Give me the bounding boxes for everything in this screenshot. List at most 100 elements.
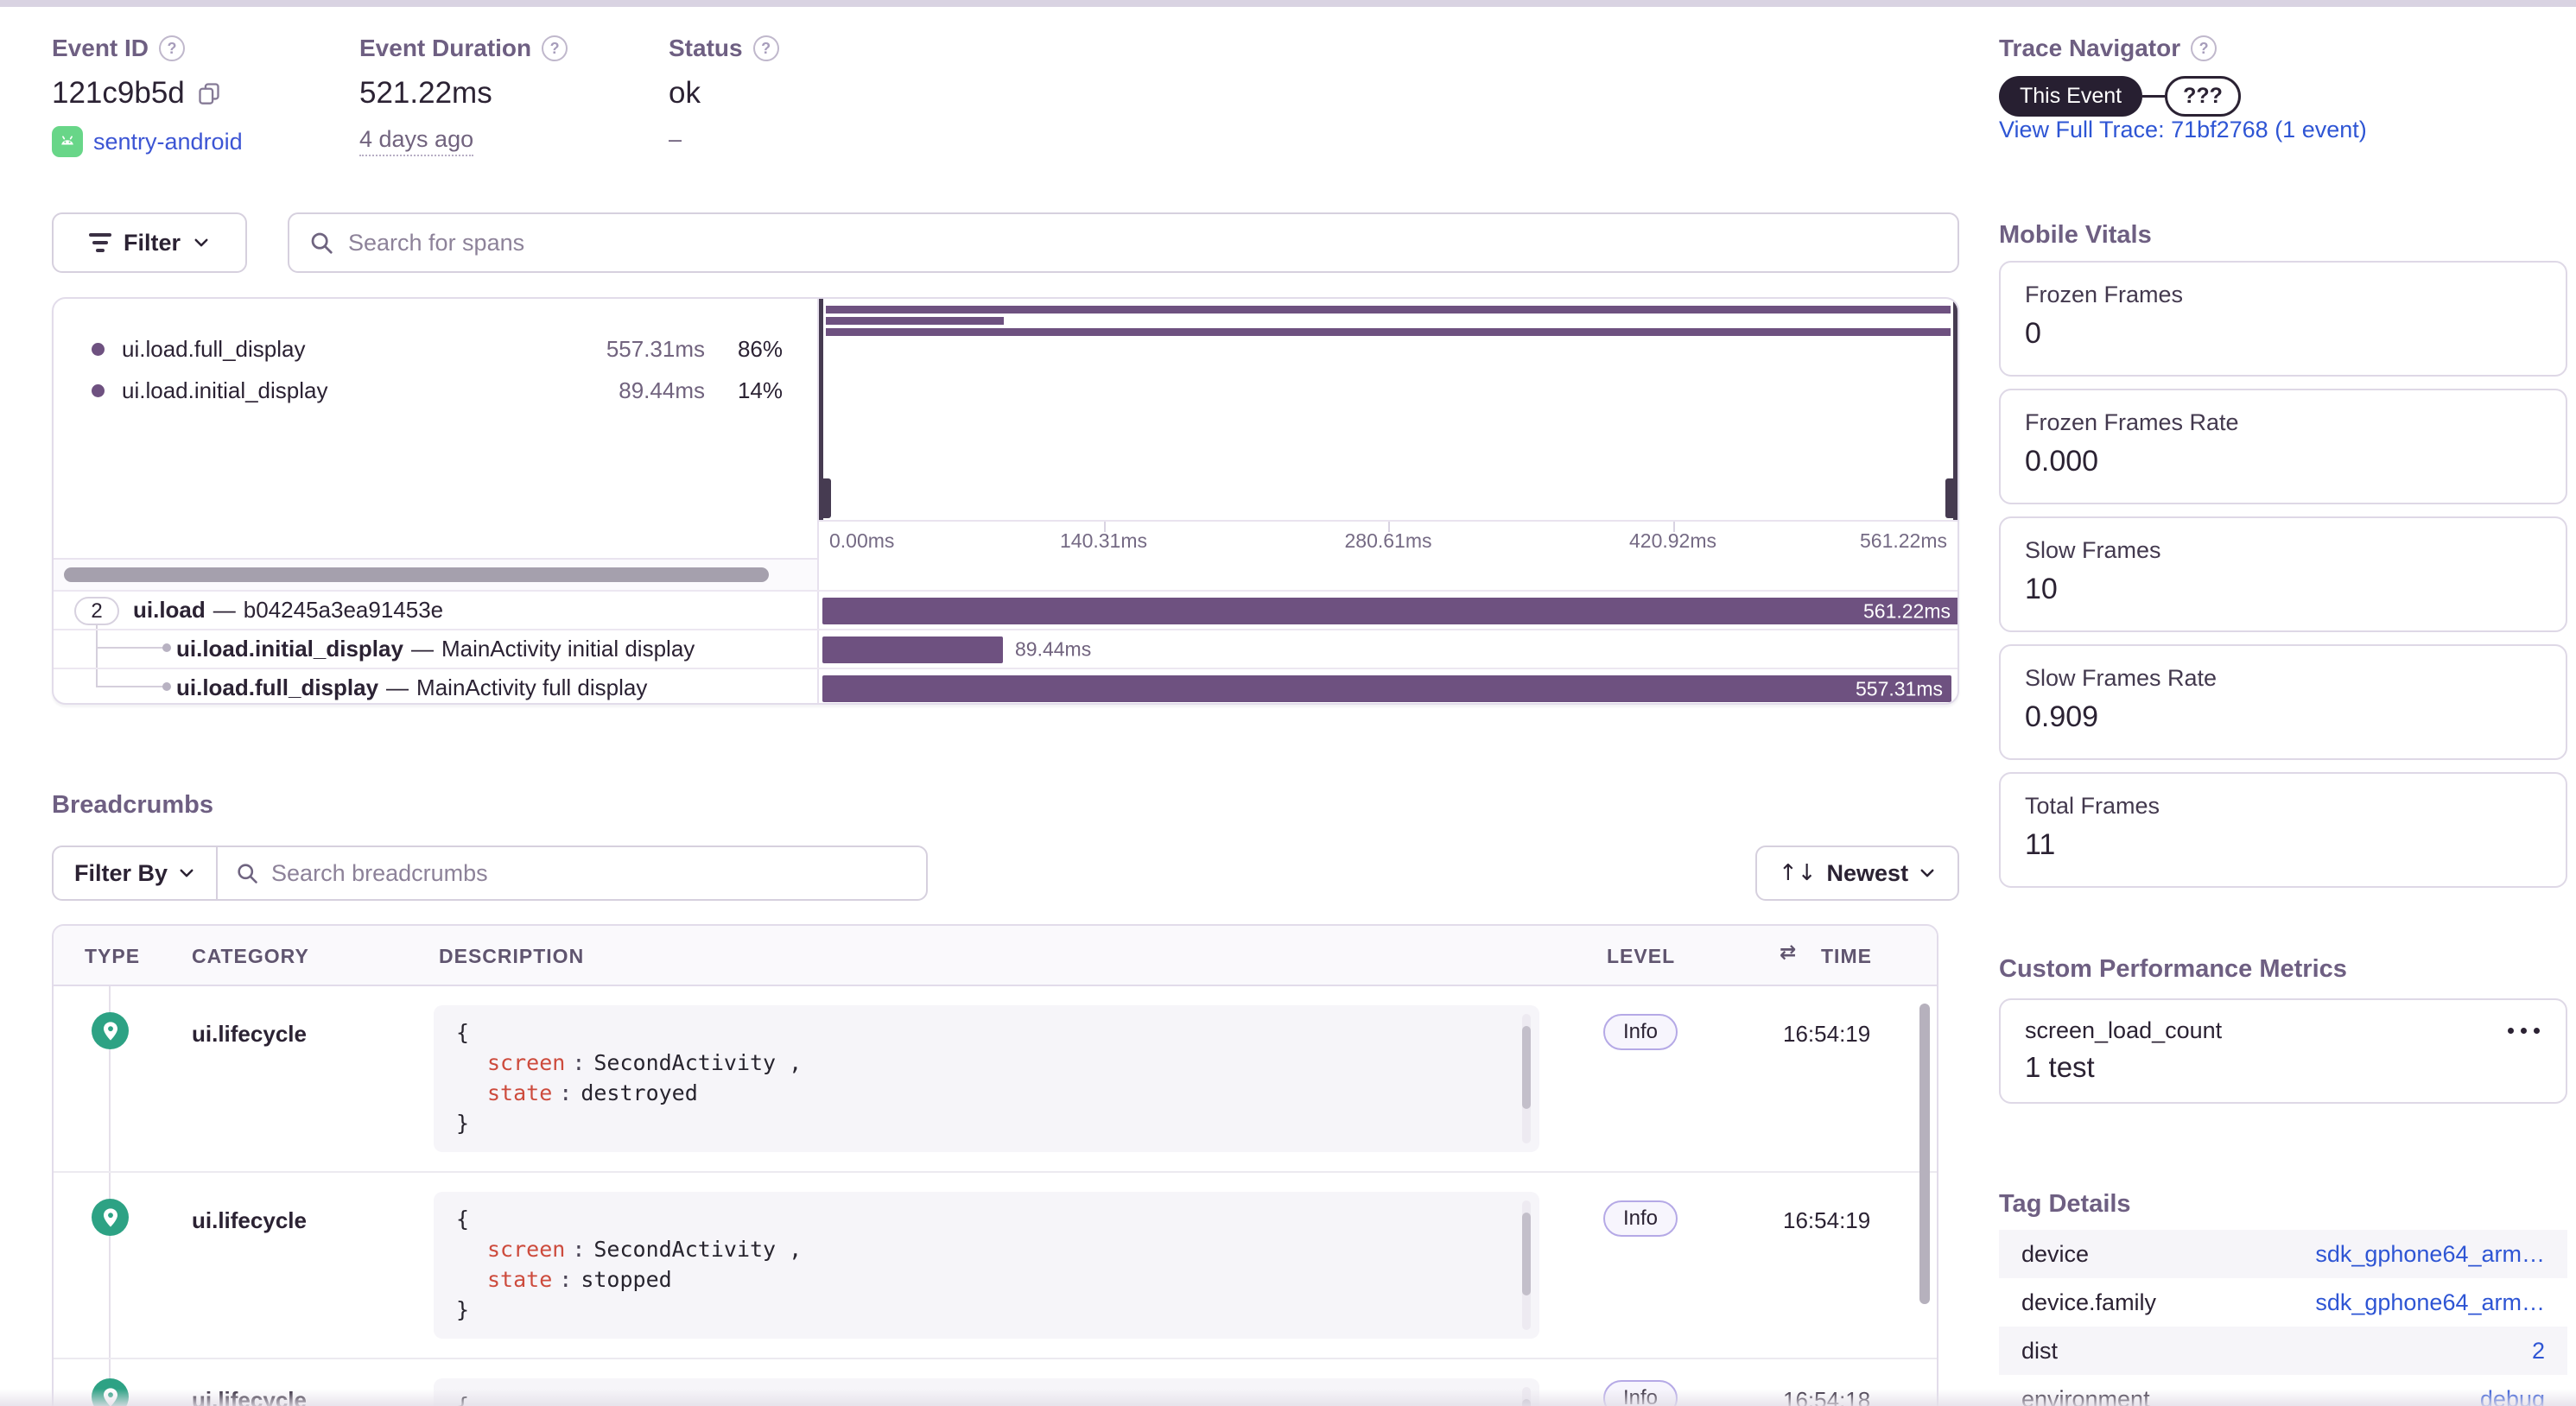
view-full-trace-link[interactable]: View Full Trace: 71bf2768 (1 event) xyxy=(1999,117,2367,142)
event-detail-page: Event ID ? 121c9b5d sentry-android Event xyxy=(0,0,2576,1406)
breadcrumb-time: 16:54:19 xyxy=(1783,1021,1870,1048)
filter-by-button[interactable]: Filter By xyxy=(54,847,218,899)
top-divider-bar xyxy=(0,0,2576,7)
breadcrumb-description[interactable]: { screen:SecondActivity , state:stopped … xyxy=(434,1192,1539,1339)
tag-value-link[interactable]: sdk_gphone64_arm… xyxy=(2315,1241,2545,1268)
tag-value-link[interactable]: 2 xyxy=(2532,1338,2545,1365)
breadcrumb-description[interactable]: { screen:SecondActivity , state:destroye… xyxy=(434,1005,1539,1152)
span-list-scrollbar[interactable] xyxy=(54,558,817,590)
tag-row-device: device sdk_gphone64_arm… xyxy=(1999,1230,2567,1278)
code-scrollbar[interactable] xyxy=(1522,1014,1531,1143)
breadcrumb-category: ui.lifecycle xyxy=(192,1021,307,1048)
vital-card-frozen-frames-rate: Frozen Frames Rate 0.000 xyxy=(1999,389,2567,504)
status-label: Status xyxy=(669,35,743,62)
pill-connector xyxy=(2142,95,2165,98)
search-icon xyxy=(235,861,259,885)
breadcrumbs-table: TYPE CATEGORY DESCRIPTION LEVEL ⇄ TIME u… xyxy=(52,924,1938,1406)
span-color-dot xyxy=(92,384,105,397)
chevron-down-icon xyxy=(193,234,210,251)
breadcrumb-category: ui.lifecycle xyxy=(192,1207,307,1234)
code-scrollbar[interactable] xyxy=(1522,1387,1531,1406)
axis-label: 280.61ms xyxy=(1344,529,1431,553)
span-description: MainActivity initial display xyxy=(441,636,695,662)
copy-icon[interactable] xyxy=(197,81,221,105)
help-icon[interactable]: ? xyxy=(159,35,185,61)
minimap-canvas[interactable] xyxy=(819,299,1957,520)
span-description: MainActivity full display xyxy=(416,674,647,701)
time-sort-icon[interactable]: ⇄ xyxy=(1780,941,1797,964)
unknown-event-pill[interactable]: ??? xyxy=(2165,76,2241,117)
col-type: TYPE xyxy=(85,945,140,968)
tag-details-title: Tag Details xyxy=(1999,1190,2131,1219)
axis-label: 0.00ms xyxy=(829,529,894,553)
event-age[interactable]: 4 days ago xyxy=(359,126,473,156)
span-duration: 557.31ms xyxy=(1856,677,1943,700)
span-bar[interactable]: 561.22ms xyxy=(822,598,1959,624)
status-sub: – xyxy=(669,126,682,153)
breadcrumb-time: 16:54:19 xyxy=(1783,1207,1870,1234)
tag-row-device-family: device.family sdk_gphone64_arm… xyxy=(1999,1278,2567,1327)
location-pin-icon xyxy=(92,1378,129,1406)
event-duration-stat: Event Duration ? 521.22ms 4 days ago xyxy=(359,35,568,156)
event-duration-label: Event Duration xyxy=(359,35,531,62)
breadcrumb-row[interactable]: ui.lifecycle { screen:SecondActivity , s… xyxy=(54,1173,1937,1358)
legend-item[interactable]: ui.load.full_display 557.31ms 86% xyxy=(54,328,817,370)
child-count-badge[interactable]: 2 xyxy=(74,597,119,625)
minimap-bar-ui-load xyxy=(826,306,1951,314)
trace-navigator: Trace Navigator ? This Event ??? View Fu… xyxy=(1999,35,2367,143)
time-axis: 0.00ms 140.31ms 280.61ms 420.92ms 561.22… xyxy=(819,520,1957,558)
overflow-menu-icon[interactable] xyxy=(2506,1023,2541,1039)
breadcrumb-description[interactable]: { xyxy=(434,1378,1539,1406)
level-badge: Info xyxy=(1603,1200,1678,1237)
sort-newest-button[interactable]: ↑↓ Newest xyxy=(1755,846,1959,901)
span-row-initial-display[interactable]: ui.load.initial_display — MainActivity i… xyxy=(54,629,1957,668)
level-badge: Info xyxy=(1603,1014,1678,1050)
breadcrumbs-filter-control: Filter By xyxy=(52,846,928,901)
breadcrumbs-title: Breadcrumbs xyxy=(52,791,213,820)
sort-arrows-icon: ↑↓ xyxy=(1779,860,1817,886)
help-icon[interactable]: ? xyxy=(542,35,568,61)
spans-search-input[interactable] xyxy=(348,230,1938,256)
location-pin-icon xyxy=(92,1199,129,1236)
event-id-value: 121c9b5d xyxy=(52,76,185,111)
this-event-pill[interactable]: This Event xyxy=(1999,76,2142,117)
axis-label: 140.31ms xyxy=(1060,529,1147,553)
mobile-vitals-title: Mobile Vitals xyxy=(1999,221,2152,250)
help-icon[interactable]: ? xyxy=(2191,35,2217,61)
breadcrumb-row[interactable]: ui.lifecycle { Info 16:54:18 xyxy=(54,1359,1937,1406)
table-scrollbar-thumb[interactable] xyxy=(1919,1004,1930,1304)
status-stat: Status ? ok – xyxy=(669,35,779,153)
help-icon[interactable]: ? xyxy=(753,35,779,61)
event-id-stat: Event ID ? 121c9b5d sentry-android xyxy=(52,35,243,157)
span-waterfall-widget: ui.load.full_display 557.31ms 86% ui.loa… xyxy=(52,297,1959,705)
level-badge: Info xyxy=(1603,1380,1678,1406)
custom-metrics-title: Custom Performance Metrics xyxy=(1999,955,2347,984)
span-row-ui-load[interactable]: 2 ui.load — b04245a3ea91453e 561.22ms xyxy=(54,590,1957,629)
breadcrumbs-search-input[interactable] xyxy=(271,860,909,887)
span-row-full-display[interactable]: ui.load.full_display — MainActivity full… xyxy=(54,668,1957,705)
breadcrumb-row[interactable]: ui.lifecycle { screen:SecondActivity , s… xyxy=(54,986,1937,1171)
scrollbar-thumb[interactable] xyxy=(64,567,769,582)
spans-filter-button[interactable]: Filter xyxy=(52,212,247,273)
minimap-left-grip[interactable] xyxy=(819,478,831,518)
span-color-dot xyxy=(92,343,105,356)
span-bar[interactable]: 557.31ms xyxy=(822,675,1951,702)
code-scrollbar[interactable] xyxy=(1522,1200,1531,1330)
vital-card-total-frames: Total Frames 11 xyxy=(1999,772,2567,888)
span-op: ui.load.initial_display xyxy=(176,636,403,662)
tag-value-link[interactable]: sdk_gphone64_arm… xyxy=(2315,1289,2545,1316)
span-bar[interactable] xyxy=(822,636,1003,663)
legend-item[interactable]: ui.load.initial_display 89.44ms 14% xyxy=(54,370,817,411)
span-minimap[interactable]: 0.00ms 140.31ms 280.61ms 420.92ms 561.22… xyxy=(819,299,1957,558)
minimap-right-grip[interactable] xyxy=(1945,478,1957,518)
project-link[interactable]: sentry-android xyxy=(93,129,243,155)
breadcrumb-time: 16:54:18 xyxy=(1783,1387,1870,1406)
event-duration-value: 521.22ms xyxy=(359,76,492,111)
vital-card-slow-frames: Slow Frames 10 xyxy=(1999,516,2567,632)
tag-row-environment: environment debug xyxy=(1999,1375,2567,1406)
minimap-bar-full-display xyxy=(826,328,1951,336)
tag-value-link[interactable]: debug xyxy=(2480,1386,2545,1406)
status-value: ok xyxy=(669,76,701,111)
tag-row-dist: dist 2 xyxy=(1999,1327,2567,1375)
breadcrumb-category: ui.lifecycle xyxy=(192,1387,307,1406)
